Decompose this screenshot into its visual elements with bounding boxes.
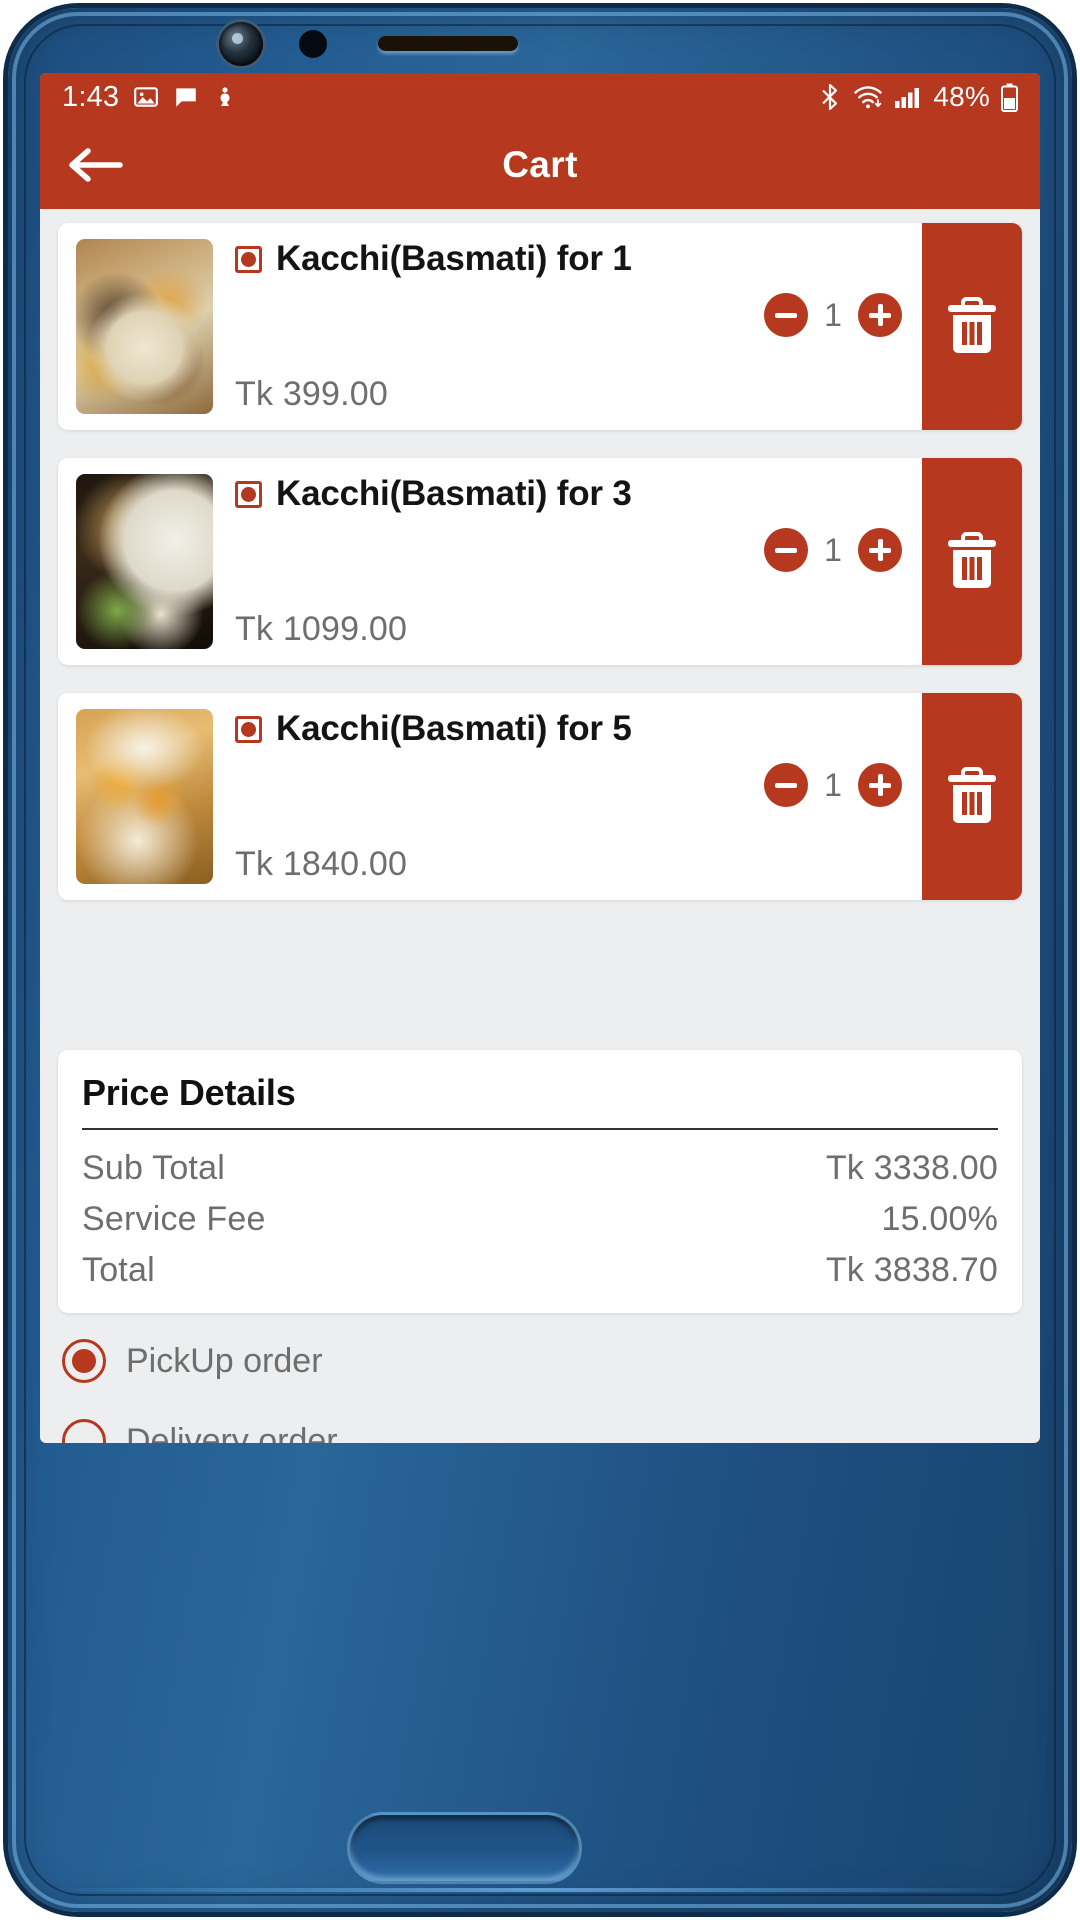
image-icon xyxy=(133,84,159,110)
status-bar: 1:43 48% xyxy=(40,73,1040,121)
cart-items-list: Kacchi(Basmati) for 1 1 Tk 399.00 Kacchi… xyxy=(40,209,1040,900)
quantity-stepper: 1 xyxy=(235,293,908,337)
message-icon xyxy=(173,84,199,110)
delete-item-button[interactable] xyxy=(922,458,1022,665)
arrow-left-icon xyxy=(69,148,123,182)
price-row-service-fee: Service Fee 15.00% xyxy=(82,1197,998,1248)
battery-percent-label: 48% xyxy=(933,81,990,112)
quantity-stepper: 1 xyxy=(235,763,908,807)
quantity-value: 1 xyxy=(824,531,842,568)
download-icon xyxy=(213,84,237,110)
divider xyxy=(82,1128,998,1130)
non-veg-indicator-icon xyxy=(235,715,262,743)
front-camera-icon xyxy=(219,22,263,66)
increase-quantity-button[interactable] xyxy=(858,293,902,337)
item-name: Kacchi(Basmati) for 5 xyxy=(276,709,632,748)
quantity-value: 1 xyxy=(824,296,842,333)
cart-item-row[interactable]: Kacchi(Basmati) for 3 1 Tk 1099.00 xyxy=(58,458,1022,665)
price-row-subtotal: Sub Total Tk 3338.00 xyxy=(82,1146,998,1197)
item-details: Kacchi(Basmati) for 3 1 Tk 1099.00 xyxy=(213,458,922,665)
item-details: Kacchi(Basmati) for 5 1 Tk 1840.00 xyxy=(213,693,922,900)
item-title-row: Kacchi(Basmati) for 5 xyxy=(235,709,908,749)
price-details-title: Price Details xyxy=(82,1072,296,1113)
order-type-label: PickUp order xyxy=(126,1341,323,1380)
item-price: Tk 1840.00 xyxy=(235,845,408,883)
status-time: 1:43 xyxy=(62,80,120,113)
item-thumbnail xyxy=(76,239,213,414)
cart-item-row[interactable]: Kacchi(Basmati) for 1 1 Tk 399.00 xyxy=(58,223,1022,430)
price-value: Tk 3838.70 xyxy=(825,1251,998,1289)
price-value: Tk 3338.00 xyxy=(825,1149,998,1187)
quantity-stepper: 1 xyxy=(235,528,908,572)
trash-icon xyxy=(948,296,996,353)
battery-icon xyxy=(1001,83,1018,112)
trash-icon xyxy=(948,531,996,588)
order-type-group: PickUp order Delivery order xyxy=(40,1313,1040,1443)
status-bar-right: 48% xyxy=(818,81,1018,113)
price-value: 15.00% xyxy=(881,1200,998,1238)
price-details-card: Price Details Sub Total Tk 3338.00 Servi… xyxy=(58,1050,1022,1313)
item-title-row: Kacchi(Basmati) for 1 xyxy=(235,239,908,279)
item-thumbnail xyxy=(76,709,213,884)
page-title: Cart xyxy=(502,144,578,185)
price-label: Sub Total xyxy=(82,1149,225,1187)
item-price: Tk 1099.00 xyxy=(235,610,408,648)
radio-unselected-icon[interactable] xyxy=(62,1419,106,1443)
bottom-bezel-accent xyxy=(40,1888,1040,1892)
trash-icon xyxy=(948,766,996,823)
decrease-quantity-button[interactable] xyxy=(764,763,808,807)
price-row-total: Total Tk 3838.70 xyxy=(82,1248,998,1299)
decrease-quantity-button[interactable] xyxy=(764,293,808,337)
phone-device: 1:43 48% Cart Kacchi(Basmati) for 1 1 Tk… xyxy=(0,0,1080,1920)
increase-quantity-button[interactable] xyxy=(858,763,902,807)
item-name: Kacchi(Basmati) for 1 xyxy=(276,239,632,278)
price-label: Total xyxy=(82,1251,155,1289)
order-type-option-delivery[interactable]: Delivery order xyxy=(62,1419,1018,1443)
item-name: Kacchi(Basmati) for 3 xyxy=(276,474,632,513)
earpiece-speaker xyxy=(378,36,518,51)
delete-item-button[interactable] xyxy=(922,693,1022,900)
order-type-option-pickup[interactable]: PickUp order xyxy=(62,1339,1018,1383)
back-button[interactable] xyxy=(66,145,124,185)
phone-screen: 1:43 48% Cart Kacchi(Basmati) for 1 1 Tk… xyxy=(40,73,1040,1443)
proximity-sensor-icon xyxy=(299,30,327,58)
cart-item-row[interactable]: Kacchi(Basmati) for 5 1 Tk 1840.00 xyxy=(58,693,1022,900)
status-bar-left: 1:43 xyxy=(62,81,237,114)
order-type-label: Delivery order xyxy=(126,1421,338,1444)
item-title-row: Kacchi(Basmati) for 3 xyxy=(235,474,908,514)
signal-icon xyxy=(894,83,922,111)
wifi-icon xyxy=(853,83,883,111)
decrease-quantity-button[interactable] xyxy=(764,528,808,572)
quantity-value: 1 xyxy=(824,766,842,803)
home-button[interactable] xyxy=(347,1812,582,1884)
non-veg-indicator-icon xyxy=(235,245,262,273)
delete-item-button[interactable] xyxy=(922,223,1022,430)
increase-quantity-button[interactable] xyxy=(858,528,902,572)
item-price: Tk 399.00 xyxy=(235,375,389,413)
app-bar: Cart xyxy=(40,121,1040,209)
item-thumbnail xyxy=(76,474,213,649)
price-label: Service Fee xyxy=(82,1200,266,1238)
non-veg-indicator-icon xyxy=(235,480,262,508)
radio-selected-icon[interactable] xyxy=(62,1339,106,1383)
bluetooth-icon xyxy=(818,83,842,111)
item-details: Kacchi(Basmati) for 1 1 Tk 399.00 xyxy=(213,223,922,430)
